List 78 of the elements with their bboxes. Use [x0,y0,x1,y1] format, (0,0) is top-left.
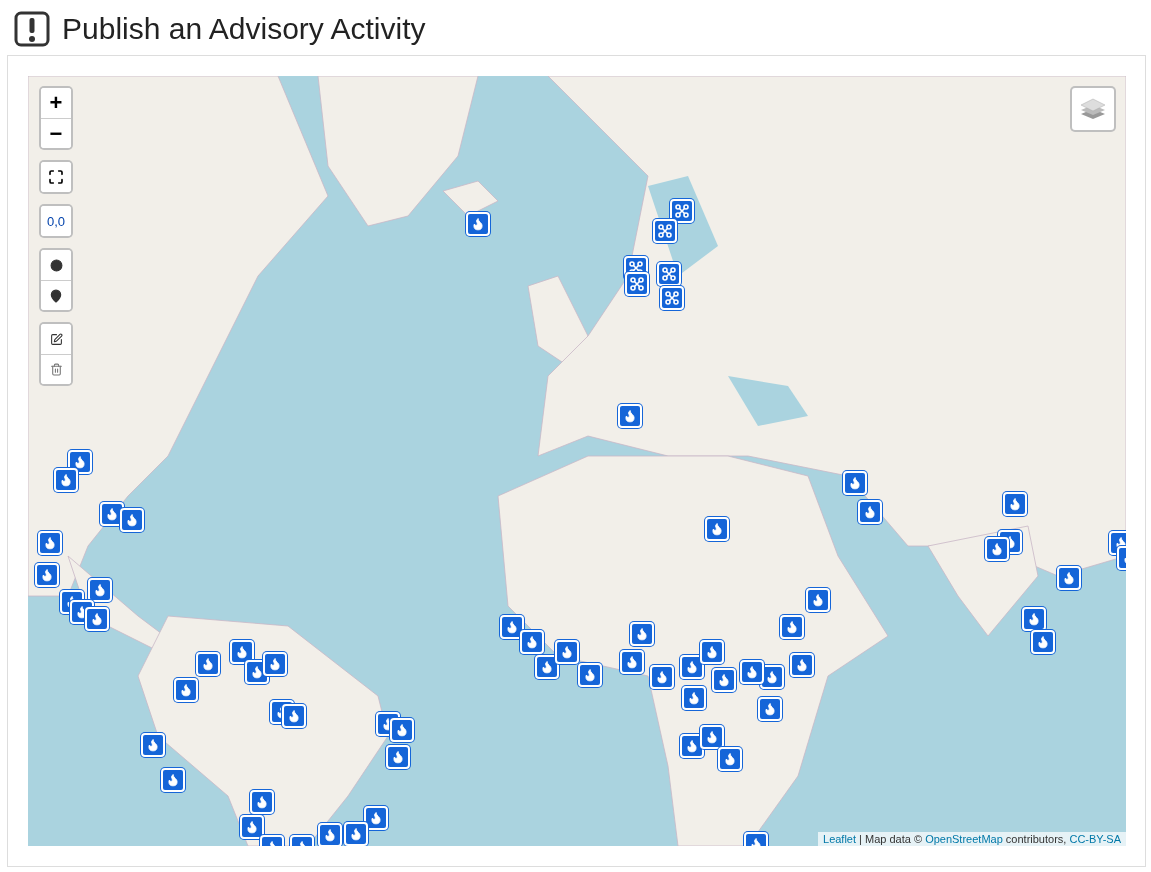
fire-marker-icon[interactable] [780,615,804,639]
fire-marker-icon[interactable] [161,768,185,792]
drone-marker-icon[interactable] [657,262,681,286]
fire-marker-icon[interactable] [555,640,579,664]
fire-marker-icon[interactable] [35,563,59,587]
openstreetmap-link[interactable]: OpenStreetMap [925,833,1003,845]
fire-marker-icon[interactable] [718,747,742,771]
fire-marker-icon[interactable] [230,640,254,664]
license-link[interactable]: CC-BY-SA [1069,833,1121,845]
fire-marker-icon[interactable] [85,607,109,631]
drone-icon [662,267,676,281]
fire-marker-icon[interactable] [705,517,729,541]
fire-marker-icon[interactable] [390,718,414,742]
fire-marker-icon[interactable] [240,815,264,839]
drone-icon [665,291,679,305]
fire-marker-icon[interactable] [700,640,724,664]
fire-marker-icon[interactable] [1031,630,1055,654]
fire-marker-icon[interactable] [700,725,724,749]
fire-marker-icon[interactable] [364,806,388,830]
fire-marker-icon[interactable] [618,404,642,428]
fire-marker-icon[interactable] [790,653,814,677]
fire-marker-icon[interactable] [88,578,112,602]
fire-marker-icon[interactable] [650,665,674,689]
fire-marker-icon[interactable] [54,468,78,492]
drone-marker-icon[interactable] [625,272,649,296]
fire-marker-icon[interactable] [620,650,644,674]
drone-icon [630,277,644,291]
fire-marker-icon[interactable] [578,663,602,687]
fire-marker-icon[interactable] [196,652,220,676]
fire-marker-icon[interactable] [843,471,867,495]
fire-marker-icon[interactable] [282,704,306,728]
zoom-out-button[interactable]: − [41,118,71,148]
fire-marker-icon[interactable] [535,655,559,679]
fire-marker-icon[interactable] [680,734,704,758]
fire-marker-icon[interactable] [806,588,830,612]
fire-marker-icon[interactable] [985,537,1009,561]
fire-marker-icon[interactable] [682,686,706,710]
fire-marker-icon[interactable] [1003,492,1027,516]
map-attribution: Leaflet | Map data © OpenStreetMap contributors, CC-BY-SA [818,832,1126,846]
drone-marker-icon[interactable] [660,286,684,310]
page-title: Publish an Advisory Activity [62,12,426,46]
fire-marker-icon[interactable] [858,500,882,524]
fire-marker-icon[interactable] [1022,607,1046,631]
fullscreen-icon [48,169,64,185]
layers-button[interactable] [1070,86,1116,132]
fire-marker-icon[interactable] [344,822,368,846]
fire-marker-icon[interactable] [630,622,654,646]
fire-marker-icon[interactable] [68,450,92,474]
fire-marker-icon[interactable] [520,630,544,654]
drone-marker-icon[interactable] [653,219,677,243]
edit-icon [49,332,63,346]
fire-marker-icon[interactable] [250,790,274,814]
circle-icon [49,258,63,272]
fire-marker-icon[interactable] [318,823,342,846]
drone-icon [675,204,689,218]
exclamation-icon [14,11,50,47]
fire-marker-icon[interactable] [466,212,490,236]
leaflet-link[interactable]: Leaflet [823,833,857,845]
fire-marker-icon[interactable] [758,697,782,721]
fire-marker-icon[interactable] [712,668,736,692]
drone-marker-icon[interactable] [670,199,694,223]
fire-marker-icon[interactable] [120,508,144,532]
fire-marker-icon[interactable] [141,733,165,757]
fire-marker-icon[interactable] [263,652,287,676]
coordinates-button[interactable]: 0,0 [41,206,71,236]
map-pin-icon [49,288,63,303]
fire-marker-icon[interactable] [680,655,704,679]
drone-icon [658,224,672,238]
layers-icon [1080,96,1106,122]
fire-marker-icon[interactable] [174,678,198,702]
trash-icon [49,363,63,376]
fire-marker-icon[interactable] [386,745,410,769]
fire-marker-icon[interactable] [740,660,764,684]
fire-marker-icon[interactable] [1057,566,1081,590]
fire-marker-icon[interactable] [38,531,62,555]
fire-marker-icon[interactable] [500,615,524,639]
draw-marker-button[interactable] [41,280,71,310]
fullscreen-button[interactable] [41,162,71,192]
